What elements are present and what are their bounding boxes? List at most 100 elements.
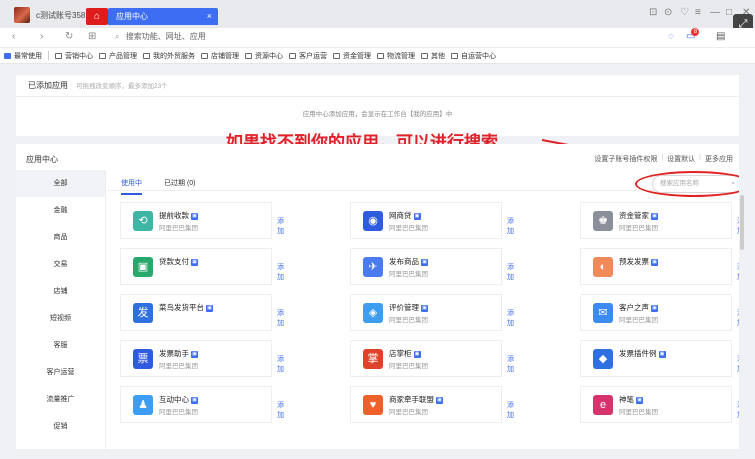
app-card[interactable]: ◈ 评价管理 ▣ 阿里巴巴集团 添加 xyxy=(350,294,514,331)
add-app-button[interactable]: 添加 xyxy=(737,400,739,420)
add-app-button[interactable]: 添加 xyxy=(277,354,284,374)
app-company: 阿里巴巴集团 xyxy=(159,225,198,232)
app-name-row: 发布商品 ▣ xyxy=(389,256,428,267)
sub-account-permission-link[interactable]: 设置子账号插件权限 xyxy=(594,154,657,164)
more-apps-link[interactable]: 更多应用 xyxy=(705,154,733,164)
official-badge-icon: ▣ xyxy=(191,351,198,358)
app-name-row: 贷款支付 ▣ xyxy=(159,256,198,267)
add-app-button[interactable]: 添加 xyxy=(277,262,284,282)
bookmark-item[interactable]: 最常使用 xyxy=(4,51,42,61)
bookmark-item[interactable]: 自运营中心 xyxy=(451,51,496,61)
reload-icon[interactable]: ↻ xyxy=(65,31,73,42)
folder-icon xyxy=(245,52,252,59)
sidebar-item[interactable]: 交易 xyxy=(16,251,105,278)
sidebar-item[interactable]: 促销 xyxy=(16,413,105,440)
bookmark-item[interactable]: 物流管理 xyxy=(377,51,415,61)
app-company: 阿里巴巴集团 xyxy=(159,409,198,416)
sidebar-item[interactable]: 商品 xyxy=(16,224,105,251)
message-icon[interactable]: ▤ xyxy=(716,31,725,42)
app-icon: ◆ xyxy=(593,349,613,369)
add-app-button[interactable]: 添加 xyxy=(507,400,514,420)
bookmark-item[interactable]: 我的外贸服务 xyxy=(143,51,195,61)
sidebar-item[interactable]: 短视频 xyxy=(16,305,105,332)
official-badge-icon: ▣ xyxy=(191,259,198,266)
app-card[interactable]: ♚ 资金管家▣ 阿里巴巴集团 添加 xyxy=(580,202,739,239)
app-card[interactable]: ◉ 网商贷 ▣ 阿里巴巴集团 添加 xyxy=(350,202,514,239)
add-app-button[interactable]: 添加 xyxy=(737,216,739,236)
bookmark-item[interactable]: 客户运营 xyxy=(289,51,327,61)
tab-expired[interactable]: 已过期 (0) xyxy=(164,178,196,195)
app-card[interactable]: ◆ 发票插件例▣ 添加 xyxy=(580,340,739,377)
official-badge-icon: ▣ xyxy=(651,213,658,220)
set-default-link[interactable]: 设置默认 xyxy=(667,154,695,164)
category-sidebar: 全部 金融 商品 交易 店铺 短视频 客服 客户运营 流量推广 促销 xyxy=(16,170,106,449)
add-app-button[interactable]: 添加 xyxy=(737,262,739,282)
minimize-icon[interactable]: — xyxy=(710,7,720,18)
add-app-button[interactable]: 添加 xyxy=(277,216,284,236)
app-card[interactable]: ▣ 贷款支付 ▣ 添加 xyxy=(120,248,284,285)
app-icon: ▣ xyxy=(133,257,153,277)
back-icon[interactable]: ‹ xyxy=(12,31,15,42)
bookmark-item[interactable]: 其他 xyxy=(421,51,445,61)
sidebar-item[interactable]: 店铺 xyxy=(16,278,105,305)
bookmark-item[interactable]: 资金管理 xyxy=(333,51,371,61)
add-app-button[interactable]: 添加 xyxy=(277,400,284,420)
grid-icon[interactable]: ⊞ xyxy=(88,31,96,42)
add-app-button[interactable]: 添加 xyxy=(737,308,739,328)
status-tabs: 使用中 已过期 (0) xyxy=(121,178,218,195)
add-app-button[interactable]: 添加 xyxy=(737,354,739,374)
bookmark-item[interactable]: 营销中心 xyxy=(55,51,93,61)
bookmark-separator xyxy=(48,51,49,60)
added-apps-panel: 已添加应用 可拖拽改变顺序，最多添加23个 应用中心添加应用，会显示在工作台【我… xyxy=(16,75,739,136)
bookmark-label: 资源中心 xyxy=(255,52,283,60)
app-icon: 发 xyxy=(133,303,153,323)
app-card[interactable]: 票发票助手 ▣ 阿里巴巴集团 添加 xyxy=(120,340,284,377)
favorite-icon[interactable]: ♡ xyxy=(680,7,689,18)
tab-app-center[interactable]: 应用中心 × xyxy=(108,8,218,25)
add-app-button[interactable]: 添加 xyxy=(507,354,514,374)
app-card[interactable]: ♥ 商家牵手联盟 ▣ 阿里巴巴集团 添加 xyxy=(350,386,514,423)
forward-icon[interactable]: › xyxy=(40,31,43,42)
folder-icon xyxy=(289,52,296,59)
app-card[interactable]: ✈ 发布商品 ▣ 阿里巴巴集团 添加 xyxy=(350,248,514,285)
app-card[interactable]: ♟ 互动中心 ▣ 阿里巴巴集团 添加 xyxy=(120,386,284,423)
loading-icon[interactable]: ◌ xyxy=(668,31,674,42)
sidebar-item[interactable]: 客服 xyxy=(16,332,105,359)
app-card[interactable]: ✉ 客户之声▣ 阿里巴巴集团 添加 xyxy=(580,294,739,331)
address-search[interactable]: ⌕ 搜索功能、网址、应用 xyxy=(115,31,206,42)
sidebar-item[interactable]: 全部 xyxy=(16,170,105,197)
menu-icon[interactable]: ≡ xyxy=(695,7,701,18)
app-icon: ♥ xyxy=(363,395,383,415)
add-app-button[interactable]: 添加 xyxy=(507,216,514,236)
app-card[interactable]: 掌店掌柜 ▣ 阿里巴巴集团 添加 xyxy=(350,340,514,377)
account-avatar[interactable] xyxy=(14,7,30,23)
help-icon[interactable]: ⊙ xyxy=(664,7,672,18)
app-name: 发布商品 xyxy=(389,257,419,266)
scrollbar[interactable] xyxy=(740,195,744,250)
sidebar-item[interactable]: 金融 xyxy=(16,197,105,224)
app-card[interactable]: 发菜鸟发货平台 ▣ 添加 xyxy=(120,294,284,331)
sidebar-item[interactable]: 流量推广 xyxy=(16,386,105,413)
close-icon[interactable]: × xyxy=(207,8,212,25)
app-icon: e xyxy=(593,395,613,415)
bookmark-item[interactable]: 资源中心 xyxy=(245,51,283,61)
address-bar: ‹ › ↻ ⊞ ⌕ 搜索功能、网址、应用 ◌ ▭ 8 ▤ xyxy=(0,28,755,48)
maximize-icon[interactable]: □ xyxy=(726,7,732,18)
add-app-button[interactable]: 添加 xyxy=(507,262,514,282)
add-app-button[interactable]: 添加 xyxy=(507,308,514,328)
app-name-row: 客户之声 ▣ xyxy=(619,302,658,313)
add-app-button[interactable]: 添加 xyxy=(277,308,284,328)
app-card[interactable]: ⟲ 提前收款 ▣ 阿里巴巴集团 添加 xyxy=(120,202,284,239)
layout-icon[interactable]: ⊡ xyxy=(649,7,657,18)
app-card[interactable]: e 神笔▣ 阿里巴巴集团 添加 xyxy=(580,386,739,423)
home-icon[interactable]: ⌂ xyxy=(86,8,108,25)
tab-in-use[interactable]: 使用中 xyxy=(121,178,142,195)
bookmark-item[interactable]: 店铺管理 xyxy=(201,51,239,61)
app-card[interactable]: ◐ 预发发票▣ 添加 xyxy=(580,248,739,285)
app-name-row: 发票插件例 ▣ xyxy=(619,348,666,359)
bookmark-item[interactable]: 产品管理 xyxy=(99,51,137,61)
sidebar-item[interactable]: 客户运营 xyxy=(16,359,105,386)
official-badge-icon: ▣ xyxy=(413,213,421,220)
app-company: 阿里巴巴集团 xyxy=(619,225,658,232)
notification-icon[interactable]: ▭ 8 xyxy=(686,28,700,42)
